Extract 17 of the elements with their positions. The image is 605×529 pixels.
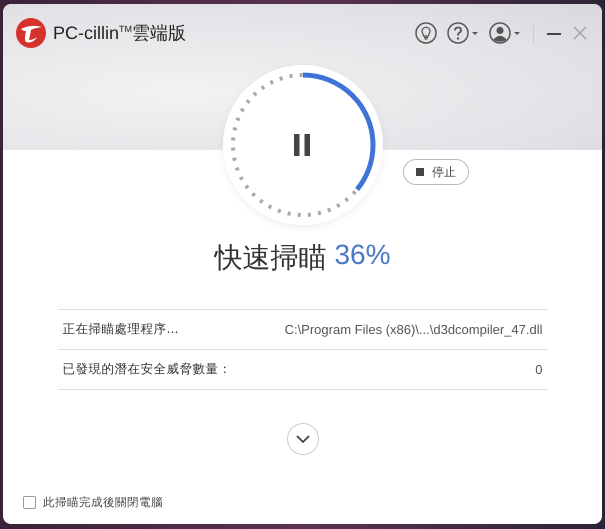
shutdown-label: 此掃瞄完成後關閉電腦 [43, 495, 163, 510]
expand-button[interactable] [286, 423, 318, 455]
detail-value: C:\Program Files (x86)\...\d3dcompiler_47.dll [284, 322, 542, 337]
scan-title: 快速掃瞄 [214, 240, 326, 276]
user-icon[interactable] [489, 22, 521, 44]
detail-value: 0 [535, 362, 542, 377]
help-icon[interactable] [447, 22, 479, 44]
scan-percent: 36% [334, 239, 391, 272]
shutdown-checkbox[interactable] [23, 496, 36, 509]
detail-label: 正在掃瞄處理程序... [62, 321, 178, 338]
lightbulb-icon[interactable] [415, 22, 437, 44]
pause-button[interactable] [292, 134, 310, 156]
logo-icon [16, 18, 46, 48]
chevron-down-icon [296, 434, 310, 444]
detail-label: 已發現的潛在安全威脅數量： [62, 361, 232, 378]
stop-button[interactable]: 停止 [403, 159, 469, 185]
app-title: PC-cillin$^{TM}$雲端版 [53, 22, 186, 45]
